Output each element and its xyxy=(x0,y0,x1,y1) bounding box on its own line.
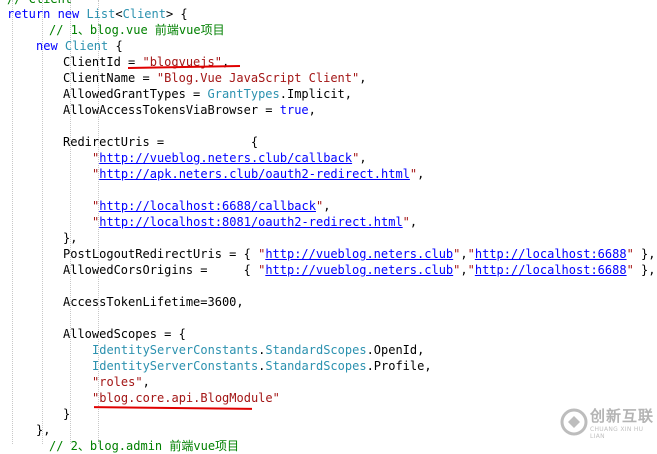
code-line[interactable]: "http://localhost:8081/oauth2-redirect.h… xyxy=(92,214,417,230)
code-token: "blog.core.api.BlogModule" xyxy=(92,391,280,405)
code-token: // 2、blog.admin 前端vue项目 xyxy=(49,439,240,453)
code-token: AllowedGrantTypes = xyxy=(63,87,208,101)
code-token: " xyxy=(626,263,634,277)
code-token: , xyxy=(359,151,367,165)
watermark-tagline: CHUANG XIN HU LIAN xyxy=(590,426,644,440)
code-line[interactable]: AllowedScopes = { xyxy=(63,326,186,342)
code-token: "roles" xyxy=(92,375,143,389)
code-line[interactable]: new Client { xyxy=(36,38,123,54)
code-token: }, xyxy=(633,247,656,261)
code-token: } xyxy=(63,407,71,421)
code-token: .Profile, xyxy=(366,359,432,373)
code-line[interactable]: RedirectUris = { xyxy=(63,134,258,150)
code-line[interactable]: "roles", xyxy=(92,374,150,390)
code-link[interactable]: http://vueblog.neters.club xyxy=(265,247,453,261)
code-token: Client xyxy=(64,39,109,53)
code-token: }, xyxy=(36,423,51,437)
code-token: // 1、blog.vue 前端vue项目 xyxy=(49,23,225,37)
code-token: IdentityServerConstants xyxy=(92,359,259,373)
code-line[interactable]: AllowAccessTokensViaBrowser = true, xyxy=(63,102,316,118)
code-token: PostLogoutRedirectUris = { xyxy=(63,247,259,261)
code-token: StandardScopes xyxy=(265,343,367,357)
code-token: " xyxy=(467,263,475,277)
watermark-logo: 创新互联 CHUANG XIN HU LIAN xyxy=(560,404,657,440)
brand-logo-icon xyxy=(560,408,588,436)
code-line[interactable]: ClientName = "Blog.Vue JavaScript Client… xyxy=(63,70,366,86)
code-token: List xyxy=(86,7,116,21)
code-line[interactable]: IdentityServerConstants.StandardScopes.P… xyxy=(92,358,432,374)
code-token: " xyxy=(467,247,475,261)
code-token: ClientName = xyxy=(63,71,157,85)
code-token: AllowAccessTokensViaBrowser = xyxy=(63,103,280,117)
code-line[interactable]: "http://apk.neters.club/oauth2-redirect.… xyxy=(92,166,424,182)
code-token: , xyxy=(323,199,331,213)
code-token: { xyxy=(108,39,123,53)
code-token: , xyxy=(417,167,425,181)
code-link[interactable]: http://localhost:6688 xyxy=(475,263,627,277)
code-token: .OpenId, xyxy=(366,343,425,357)
code-token: , xyxy=(460,247,468,261)
code-token: AccessTokenLifetime=3600, xyxy=(63,295,244,309)
code-token: StandardScopes xyxy=(265,359,367,373)
code-link[interactable]: http://localhost:6688 xyxy=(475,247,627,261)
code-token: AllowedCorsOrigins = { xyxy=(63,263,259,277)
code-token: , xyxy=(142,375,150,389)
code-line[interactable]: return new List<Client> { xyxy=(7,6,188,22)
code-token: < xyxy=(115,7,123,21)
code-link[interactable]: http://localhost:8081/oauth2-redirect.ht… xyxy=(99,215,402,229)
code-token: IdentityServerConstants xyxy=(92,343,259,357)
code-line[interactable]: "http://localhost:6688/callback", xyxy=(92,198,330,214)
code-line[interactable]: PostLogoutRedirectUris = { " http://vuebl… xyxy=(63,246,656,262)
code-line[interactable]: }, xyxy=(63,230,77,246)
code-line[interactable]: // 2、blog.admin 前端vue项目 xyxy=(49,438,239,454)
code-line[interactable]: AllowedGrantTypes = GrantTypes.Implicit, xyxy=(63,86,352,102)
code-link[interactable]: http://vueblog.neters.club/callback xyxy=(99,151,352,165)
code-link[interactable]: http://vueblog.neters.club xyxy=(265,263,453,277)
code-editor[interactable]: // Clientreturn new List<Client> {// 1、b… xyxy=(0,0,657,453)
code-token: > { xyxy=(165,7,188,21)
code-token: " xyxy=(626,247,634,261)
code-line[interactable]: IdentityServerConstants.StandardScopes.O… xyxy=(92,342,424,358)
watermark-brand: 创新互联 xyxy=(590,407,655,425)
code-token: AllowedScopes = { xyxy=(63,327,186,341)
code-token: true xyxy=(279,103,309,117)
code-line[interactable]: // 1、blog.vue 前端vue项目 xyxy=(49,22,225,38)
code-line[interactable]: "blog.core.api.BlogModule" xyxy=(92,390,280,406)
code-line[interactable]: } xyxy=(63,406,70,422)
code-line[interactable]: AllowedCorsOrigins = { " http://vueblog.n… xyxy=(63,262,656,278)
code-token: Client xyxy=(122,7,166,21)
code-line[interactable]: AccessTokenLifetime=3600, xyxy=(63,294,244,310)
code-token: , xyxy=(308,103,316,117)
code-token: return new xyxy=(7,7,87,21)
code-link[interactable]: http://localhost:6688/callback xyxy=(99,199,316,213)
code-line[interactable]: "http://vueblog.neters.club/callback", xyxy=(92,150,367,166)
code-token: RedirectUris = { xyxy=(63,135,259,149)
indent-guide xyxy=(42,0,43,444)
code-token: " xyxy=(402,215,410,229)
indent-guide xyxy=(12,0,13,444)
code-token: new xyxy=(36,39,65,53)
code-token: }, xyxy=(63,231,78,245)
code-token: , xyxy=(409,215,418,229)
code-token: "Blog.Vue JavaScript Client" xyxy=(156,71,360,85)
code-token: .Implicit, xyxy=(279,87,352,101)
code-token: GrantTypes xyxy=(207,87,280,101)
code-line[interactable]: }, xyxy=(36,422,50,438)
code-token: , xyxy=(359,71,367,85)
code-token: }, xyxy=(633,263,656,277)
code-token: , xyxy=(460,263,468,277)
code-link[interactable]: http://apk.neters.club/oauth2-redirect.h… xyxy=(99,167,410,181)
